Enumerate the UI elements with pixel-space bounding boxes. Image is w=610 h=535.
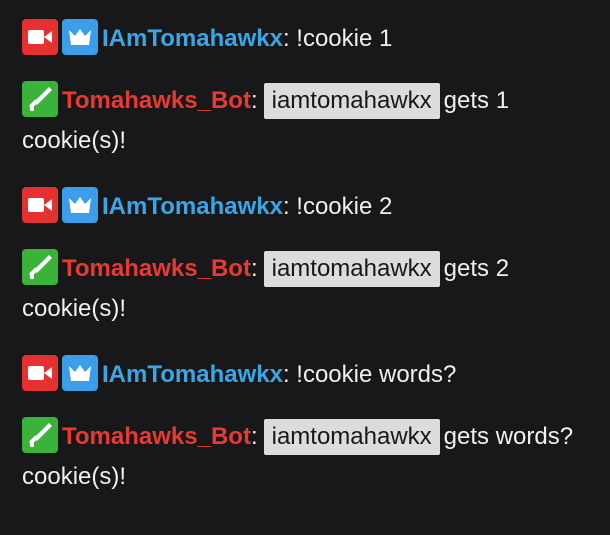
separator: : [250, 423, 258, 450]
username[interactable]: Tomahawks_Bot [62, 255, 251, 282]
chat-message: IAmTomahawkx: !cookie 2 [22, 187, 588, 231]
chat-message: Tomahawks_Bot: iamtomahawkx gets 2 cookie(… [22, 249, 588, 367]
video-camera-icon[interactable] [22, 355, 58, 391]
username[interactable]: IAmTomahawkx [102, 361, 283, 388]
sword-icon[interactable] [22, 81, 58, 117]
separator: : [282, 361, 290, 388]
username[interactable]: Tomahawks_Bot [62, 423, 251, 450]
separator: : [282, 193, 290, 220]
mention[interactable]: iamtomahawkx [263, 251, 440, 287]
mention[interactable]: iamtomahawkx [263, 419, 440, 455]
username[interactable]: Tomahawks_Bot [62, 87, 251, 114]
chat-message: IAmTomahawkx: !cookie 1 [22, 19, 588, 63]
crown-icon[interactable] [62, 19, 98, 55]
sword-icon[interactable] [22, 417, 58, 453]
crown-icon[interactable] [62, 187, 98, 223]
separator: : [250, 255, 258, 282]
crown-icon[interactable] [62, 355, 98, 391]
chat-message: Tomahawks_Bot: iamtomahawkx gets words? co… [22, 417, 588, 535]
chat-message: IAmTomahawkx: !cookie words? [22, 355, 588, 399]
video-camera-icon[interactable] [22, 187, 58, 223]
username[interactable]: IAmTomahawkx [102, 25, 283, 52]
chat-log: IAmTomahawkx: !cookie 1 Tomahawks_Bot: ia… [0, 0, 610, 535]
username[interactable]: IAmTomahawkx [102, 193, 283, 220]
separator: : [250, 87, 258, 114]
message-text: !cookie 2 [289, 193, 393, 220]
chat-message: Tomahawks_Bot: iamtomahawkx gets 1 cookie(… [22, 81, 588, 199]
message-text: !cookie 1 [289, 25, 393, 52]
message-text: !cookie words? [289, 361, 457, 388]
video-camera-icon[interactable] [22, 19, 58, 55]
separator: : [282, 25, 290, 52]
mention[interactable]: iamtomahawkx [263, 83, 440, 119]
sword-icon[interactable] [22, 249, 58, 285]
